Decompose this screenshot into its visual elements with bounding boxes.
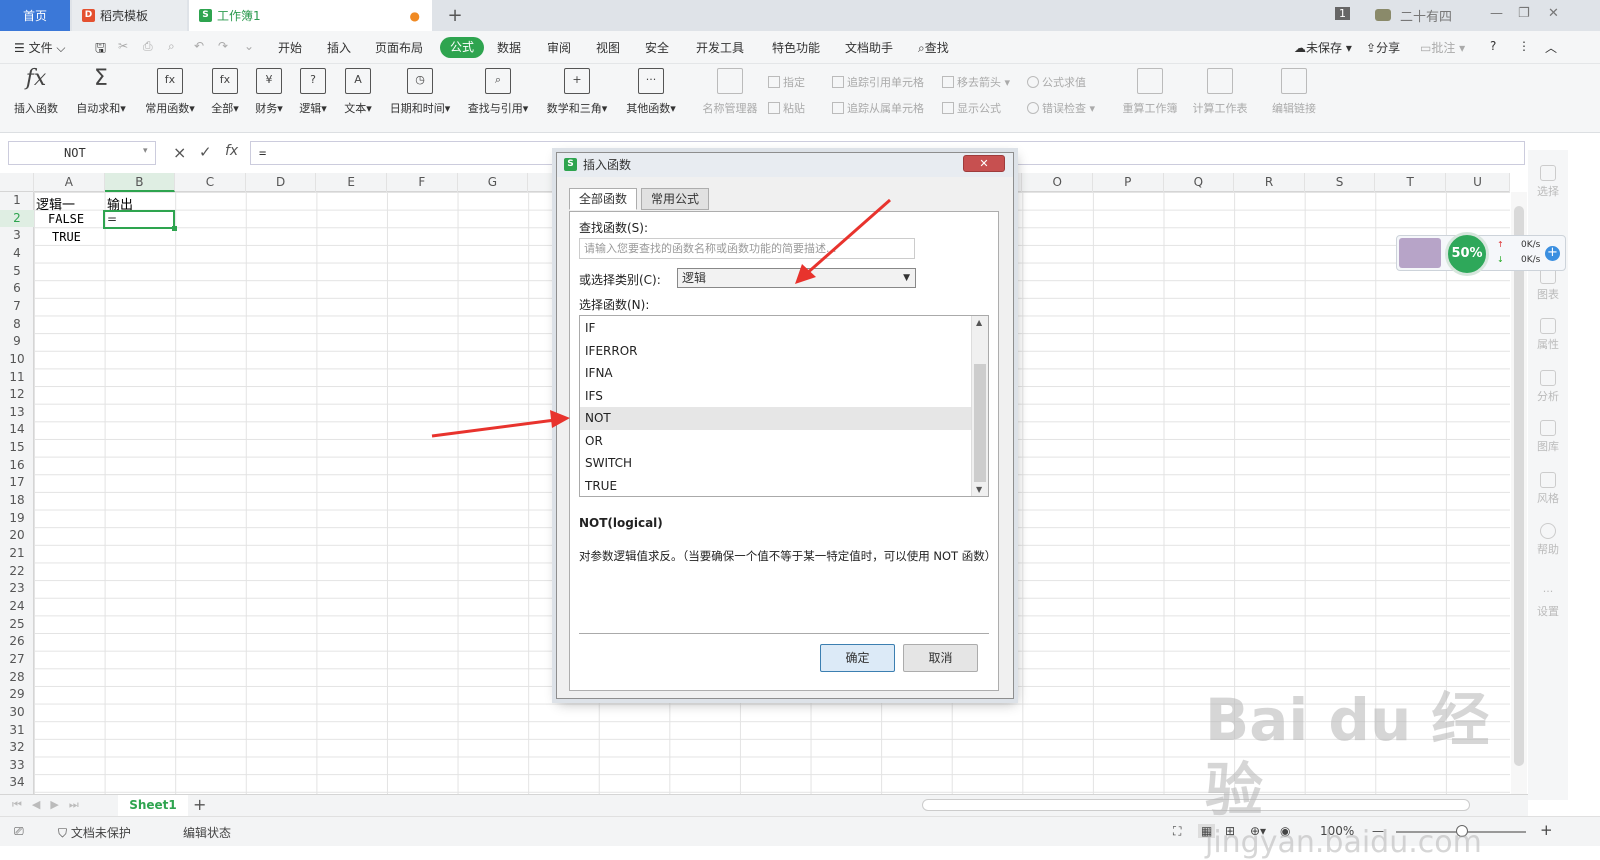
arrow-to-category (795, 198, 891, 284)
tab-all-functions[interactable]: 全部函数 (569, 188, 638, 210)
arrow-to-not (431, 410, 570, 438)
annotation-arrows (431, 198, 891, 438)
